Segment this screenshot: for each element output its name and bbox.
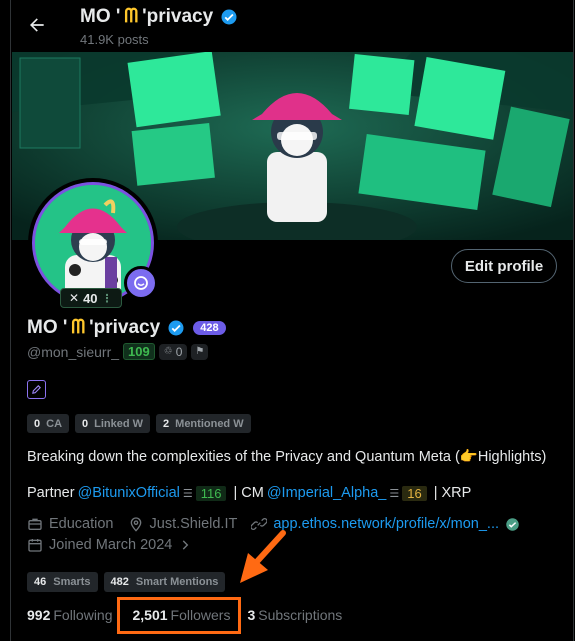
annotation-arrow <box>240 530 286 583</box>
